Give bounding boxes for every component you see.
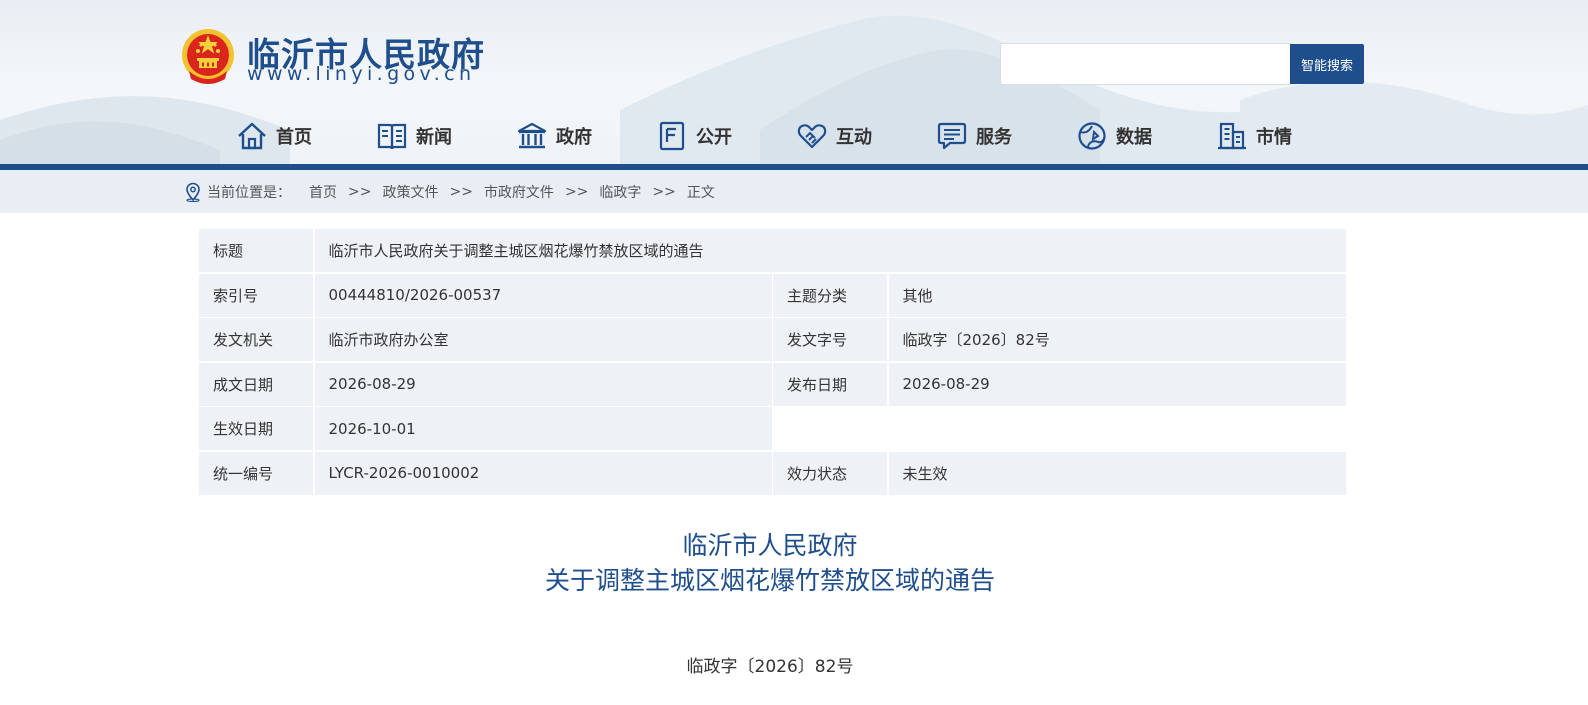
unified-code-value: LYCR-2026-0010002: [314, 451, 772, 495]
nav-item-city[interactable]: 市情: [1216, 116, 1292, 156]
breadcrumb-policy-files[interactable]: 政策文件: [382, 182, 438, 202]
breadcrumb-bar: 当前位置是： 首页 >> 政策文件 >> 市政府文件 >> 临政字 >> 正文: [0, 170, 1588, 213]
unified-code-label: 统一编号: [199, 451, 313, 495]
nav-item-home[interactable]: 首页: [236, 116, 312, 156]
location-pin-icon: [186, 182, 200, 202]
title-value: 临沂市人民政府关于调整主城区烟花爆竹禁放区域的通告: [314, 229, 1346, 272]
nav-label: 数据: [1116, 127, 1152, 148]
empty-cell: [773, 407, 1346, 450]
breadcrumb: 当前位置是： 首页 >> 政策文件 >> 市政府文件 >> 临政字 >> 正文: [184, 170, 715, 213]
written-date-label: 成文日期: [199, 362, 313, 406]
doc-number-label: 发文字号: [773, 318, 887, 361]
info-row-title: 标题 临沂市人民政府关于调整主城区烟花爆竹禁放区域的通告: [199, 229, 1346, 272]
nav-item-public[interactable]: 公开: [656, 116, 732, 156]
info-row-effective: 生效日期 2026-10-01: [199, 407, 1346, 450]
document-info-table: 标题 临沂市人民政府关于调整主城区烟花爆竹禁放区域的通告 索引号 0044481…: [199, 229, 1346, 496]
info-row-issuer: 发文机关 临沂市政府办公室 发文字号 临政字〔2026〕82号: [199, 318, 1346, 361]
breadcrumb-current[interactable]: 正文: [687, 182, 715, 202]
nav-item-service[interactable]: 服务: [936, 116, 1012, 156]
effective-date-value: 2026-10-01: [314, 407, 772, 450]
city-building-icon: [1216, 120, 1248, 152]
site-url[interactable]: www.linyi.gov.cn: [247, 63, 475, 85]
title-label: 标题: [199, 229, 313, 272]
breadcrumb-separator: >>: [564, 183, 589, 200]
topic-value: 其他: [888, 273, 1346, 317]
national-emblem-icon: [182, 29, 234, 84]
breadcrumb-separator: >>: [449, 183, 473, 200]
issuer-label: 发文机关: [199, 318, 313, 361]
effective-date-label: 生效日期: [199, 407, 313, 450]
validity-status-value: 未生效: [888, 451, 1346, 495]
index-label: 索引号: [199, 273, 313, 317]
nav-label: 政府: [556, 127, 592, 148]
nav-item-interaction[interactable]: 互动: [796, 116, 872, 156]
info-row-index: 索引号 00444810/2026-00537 主题分类 其他: [199, 273, 1346, 317]
home-icon: [236, 120, 268, 152]
document-title: 临沂市人民政府 关于调整主城区烟花爆竹禁放区域的通告: [0, 528, 1540, 598]
breadcrumb-linzhengzi[interactable]: 临政字: [599, 182, 641, 202]
document-title-line2: 关于调整主城区烟花爆竹禁放区域的通告: [544, 566, 995, 595]
nav-label: 公开: [696, 127, 732, 148]
smart-search-button[interactable]: 智能搜索: [1290, 44, 1364, 84]
document-number: 临政字〔2026〕82号: [686, 657, 854, 677]
breadcrumb-separator: >>: [348, 183, 372, 200]
chat-service-icon: [936, 120, 968, 152]
issuer-value: 临沂市政府办公室: [314, 318, 772, 361]
breadcrumb-label: 当前位置是：: [207, 184, 291, 201]
nav-item-news[interactable]: 新闻: [376, 116, 452, 156]
document-title-line1: 临沂市人民政府: [682, 531, 858, 560]
nav-label: 互动: [836, 127, 872, 148]
data-globe-icon: [1076, 120, 1108, 152]
published-date-value: 2026-08-29: [888, 362, 1346, 406]
breadcrumb-municipal-files[interactable]: 市政府文件: [484, 182, 554, 202]
topic-label: 主题分类: [773, 273, 887, 317]
newspaper-icon: [376, 120, 408, 152]
nav-label: 服务: [976, 127, 1012, 148]
nav-item-data[interactable]: 数据: [1076, 116, 1152, 156]
government-building-icon: [516, 120, 548, 152]
handshake-icon: [796, 120, 828, 152]
info-row-dates: 成文日期 2026-08-29 发布日期 2026-08-29: [199, 362, 1346, 406]
main-nav: 首页 新闻 政府 公开 互动 服务 数据 市情: [0, 116, 1588, 156]
info-row-code: 统一编号 LYCR-2026-0010002 效力状态 未生效: [199, 451, 1346, 495]
nav-label: 新闻: [416, 127, 452, 148]
document-icon: [656, 120, 688, 152]
search-input[interactable]: [1000, 43, 1291, 85]
breadcrumb-separator: >>: [652, 183, 676, 200]
validity-status-label: 效力状态: [773, 451, 887, 495]
nav-label: 市情: [1256, 127, 1292, 148]
breadcrumb-home[interactable]: 首页: [309, 182, 337, 202]
doc-number-value: 临政字〔2026〕82号: [888, 318, 1346, 361]
nav-label: 首页: [276, 127, 312, 148]
site-header: 临沂市人民政府 www.linyi.gov.cn 智能搜索 首页 新闻 政府 公…: [0, 0, 1588, 164]
nav-item-government[interactable]: 政府: [516, 116, 592, 156]
written-date-value: 2026-08-29: [314, 362, 772, 406]
published-date-label: 发布日期: [773, 362, 887, 406]
index-value: 00444810/2026-00537: [314, 273, 772, 317]
